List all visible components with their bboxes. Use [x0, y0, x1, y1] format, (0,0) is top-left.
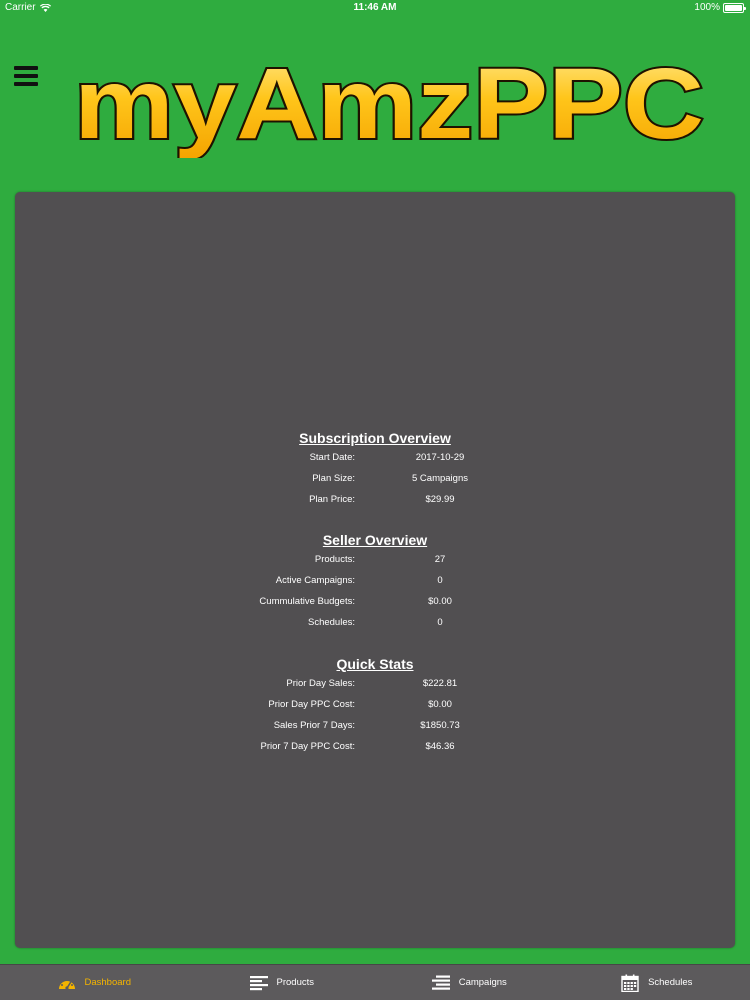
app-logo: myAmzPPC [64, 46, 714, 158]
info-row: Plan Price: $29.99 [15, 490, 735, 511]
row-value: 5 Campaigns [412, 473, 468, 484]
tab-schedules[interactable]: Schedules [563, 965, 750, 1000]
row-value: $29.99 [425, 494, 455, 505]
stacked-list-icon [431, 975, 450, 990]
battery-status: 100% [694, 2, 746, 13]
logo-text: myAmzPPC [74, 48, 704, 158]
row-label: Start Date: [309, 452, 355, 463]
speedometer-icon [58, 979, 75, 990]
row-label: Prior Day PPC Cost: [268, 699, 355, 710]
row-value: $222.81 [422, 678, 458, 689]
battery-icon [723, 2, 746, 13]
row-label: Schedules: [307, 617, 355, 628]
tab-dashboard[interactable]: Dashboard [0, 965, 188, 1000]
row-value: $46.36 [425, 741, 455, 752]
row-value: 0 [437, 575, 443, 586]
quick-stats-section: Quick Stats Prior Day Sales: $222.81 Pri… [15, 654, 735, 758]
row-value: 0 [437, 617, 443, 628]
info-row: Prior Day PPC Cost: $0.00 [15, 695, 735, 716]
row-value: $0.00 [428, 699, 452, 710]
info-row: Sales Prior 7 Days: $1850.73 [15, 716, 735, 737]
row-label: Plan Price: [309, 494, 355, 505]
info-row: Products: 27 [15, 550, 735, 571]
info-row: Start Date: 2017-10-29 [15, 448, 735, 469]
row-label: Cummulative Budgets: [259, 596, 355, 607]
tab-label: Products [276, 977, 315, 988]
row-value: $0.00 [428, 596, 452, 607]
info-row: Plan Size: 5 Campaigns [15, 469, 735, 490]
subscription-overview-section: Subscription Overview Start Date: 2017-1… [15, 428, 735, 511]
info-row: Schedules: 0 [15, 613, 735, 634]
row-label: Plan Size: [312, 473, 355, 484]
row-label: Active Campaigns: [275, 575, 355, 586]
info-row: Prior Day Sales: $222.81 [15, 674, 735, 695]
battery-percent: 100% [694, 2, 720, 13]
calendar-icon [621, 974, 639, 992]
tab-campaigns[interactable]: Campaigns [375, 965, 563, 1000]
tab-label: Campaigns [458, 977, 507, 988]
dashboard-panel: Subscription Overview Start Date: 2017-1… [15, 192, 735, 948]
section-title: Quick Stats [336, 656, 414, 672]
row-label: Products: [314, 554, 355, 565]
row-value: 27 [434, 554, 446, 565]
info-row: Cummulative Budgets: $0.00 [15, 592, 735, 613]
section-title: Seller Overview [322, 532, 428, 548]
hamburger-menu-icon[interactable] [14, 66, 38, 86]
tab-products[interactable]: Products [188, 965, 376, 1000]
status-bar: Carrier 11:46 AM 100% [0, 0, 750, 16]
info-row: Prior 7 Day PPC Cost: $46.36 [15, 737, 735, 758]
status-time: 11:46 AM [353, 2, 397, 13]
seller-overview-section: Seller Overview Products: 27 Active Camp… [15, 530, 735, 634]
row-label: Prior 7 Day PPC Cost: [260, 741, 356, 752]
section-title: Subscription Overview [299, 430, 451, 446]
info-row: Active Campaigns: 0 [15, 571, 735, 592]
tab-label: Dashboard [84, 977, 131, 988]
tab-label: Schedules [648, 977, 693, 988]
tab-bar: Dashboard Products Campaigns Schedules [0, 964, 750, 1000]
list-icon [249, 975, 268, 990]
row-value: 2017-10-29 [415, 452, 465, 463]
row-value: $1850.73 [420, 720, 460, 731]
row-label: Sales Prior 7 Days: [273, 720, 355, 731]
row-label: Prior Day Sales: [286, 678, 355, 689]
